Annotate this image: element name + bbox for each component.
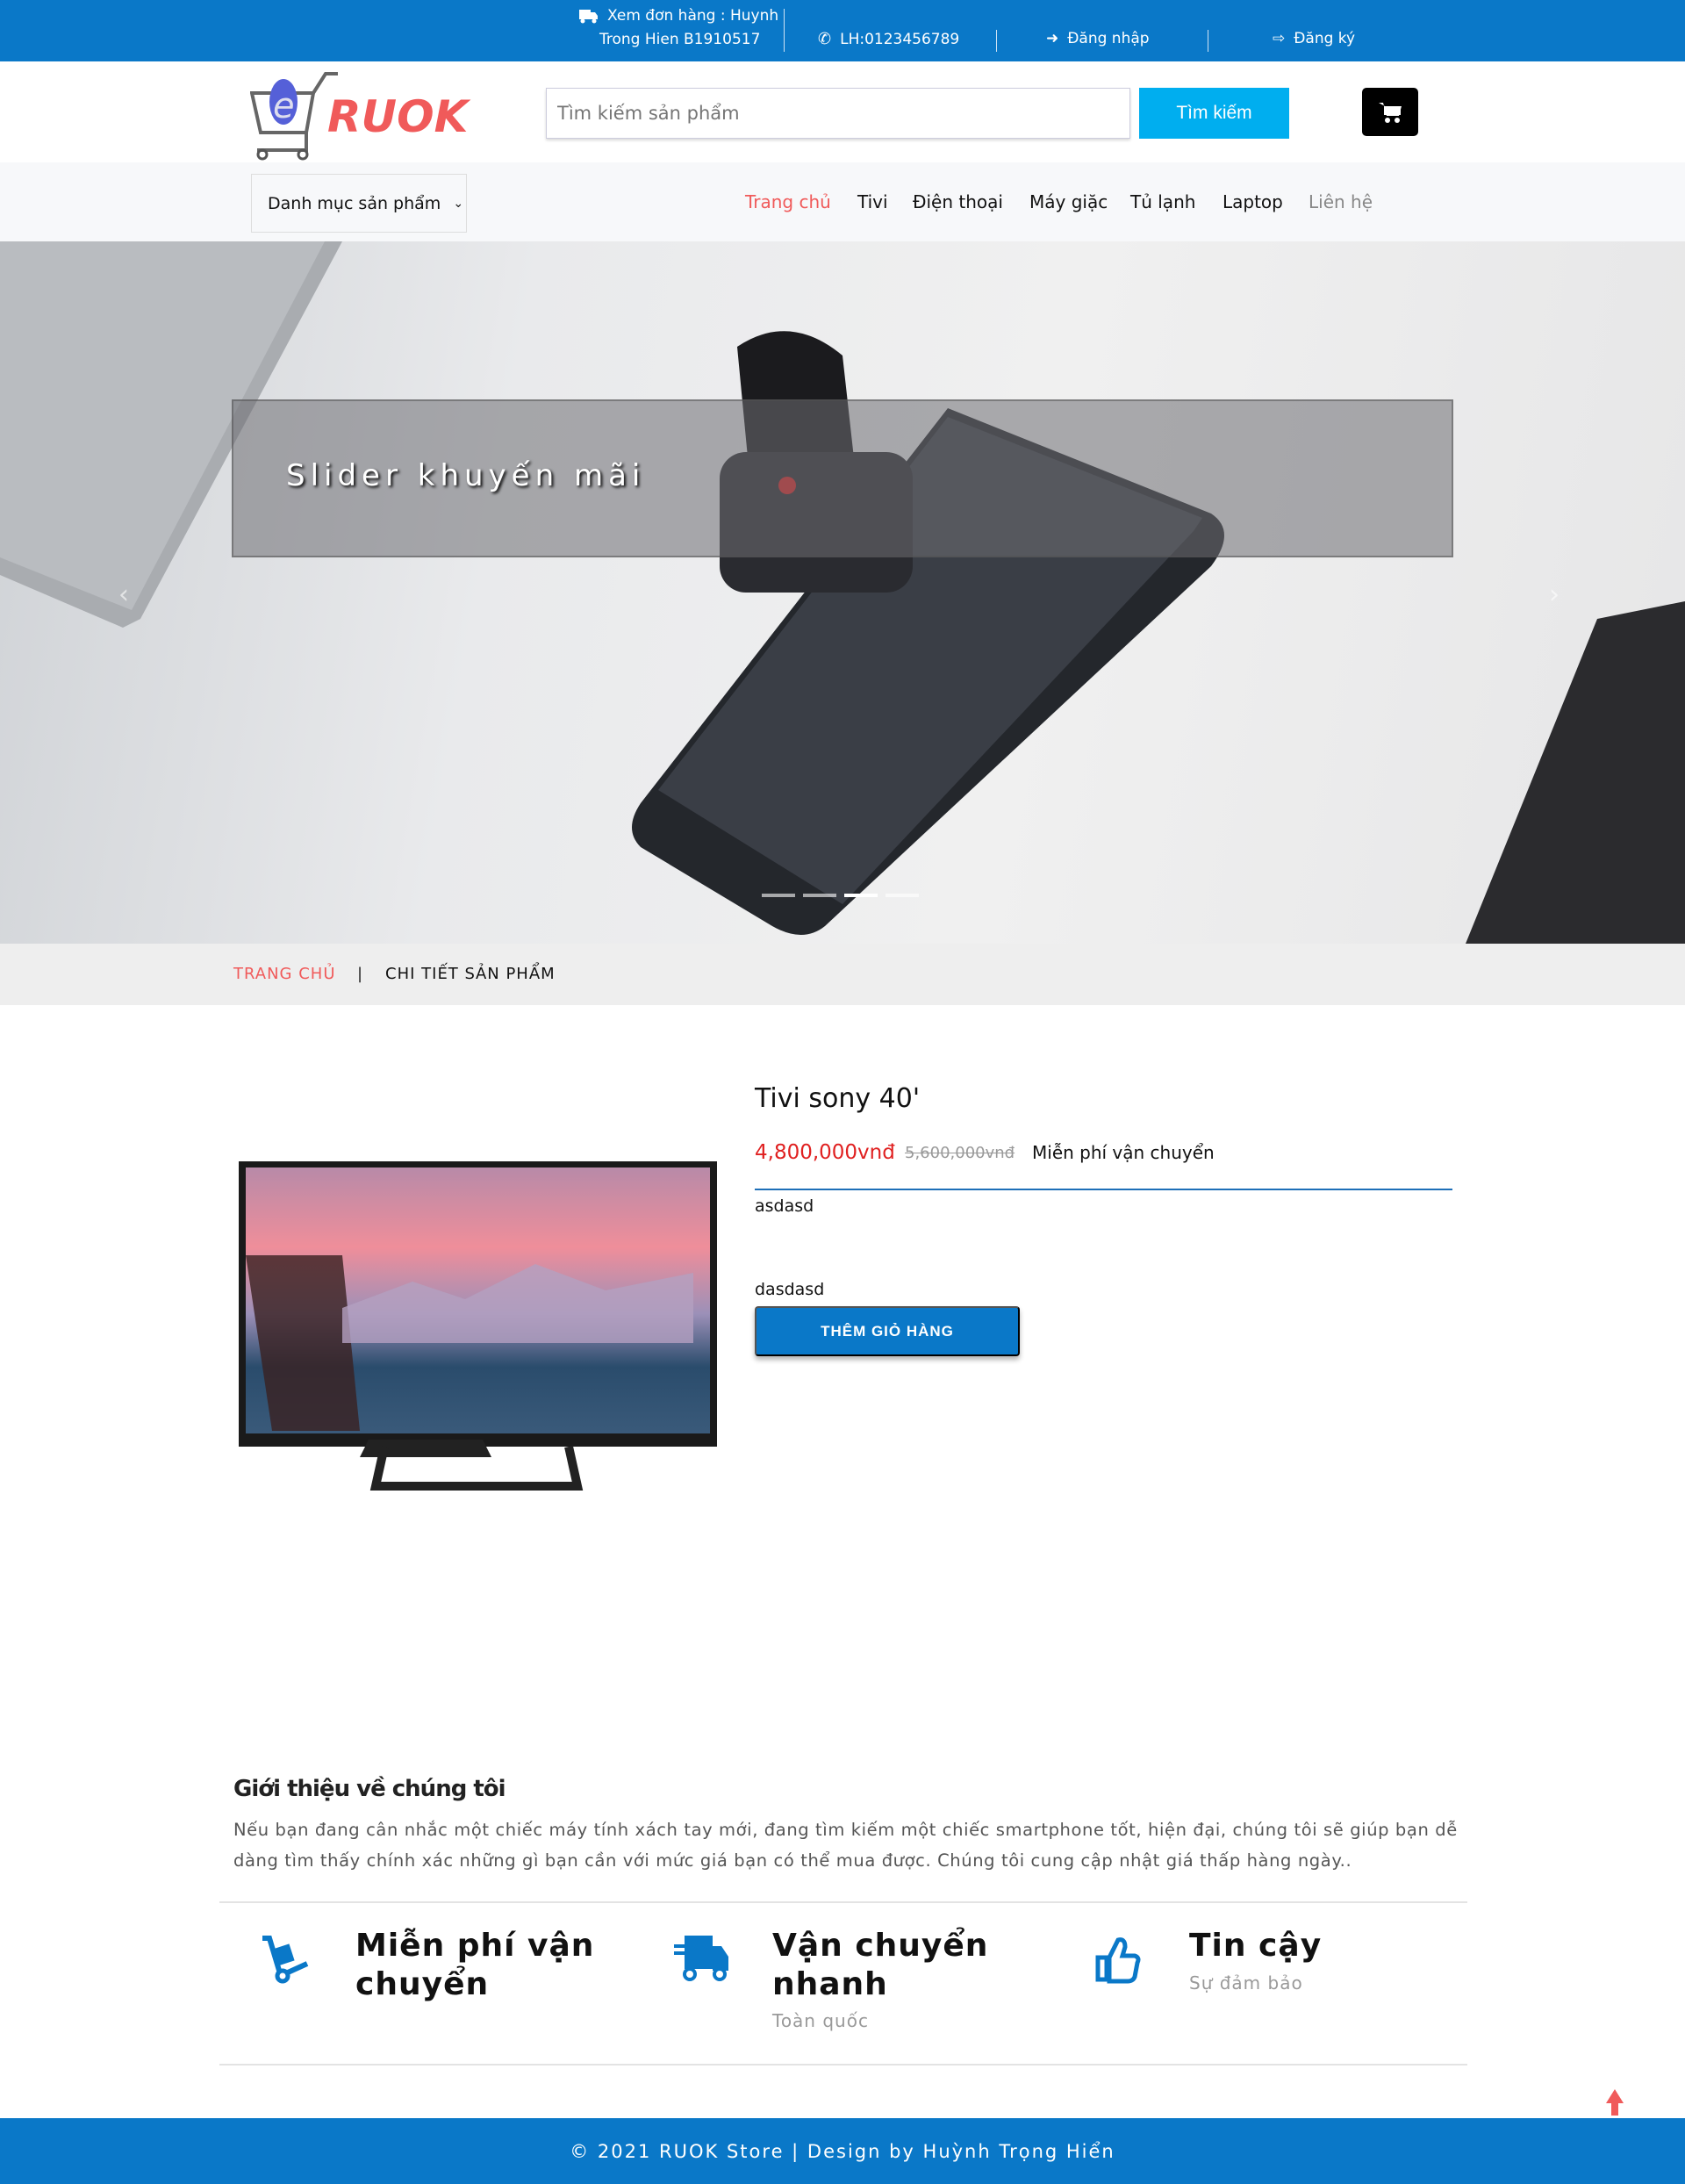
slider-indicator-active[interactable] (844, 894, 878, 897)
slider-indicator[interactable] (886, 894, 919, 897)
nav-link-washer[interactable]: Máy giặc (1029, 191, 1108, 212)
login-text: Đăng nhập (1067, 30, 1150, 47)
product-shipping-note: Miễn phí vận chuyển (1032, 1142, 1215, 1163)
product-old-price: 5,600,000vnđ (905, 1144, 1015, 1162)
product-title: Tivi sony 40' (755, 1083, 921, 1114)
arrow-up-icon (1606, 2089, 1624, 2116)
phone-icon: ✆ (818, 30, 832, 48)
slider-caption: Slider khuyến mãi (232, 399, 1453, 557)
divider (755, 1189, 1452, 1190)
divider (219, 1901, 1467, 1903)
order-label[interactable]: Xem đơn hàng : Huynh (607, 7, 778, 25)
logo[interactable]: e RUOK (250, 67, 468, 163)
breadcrumb-home[interactable]: TRANG CHỦ (233, 965, 336, 983)
phone-link[interactable]: ✆ LH:0123456789 (818, 30, 959, 48)
slider-next-icon[interactable]: › (1549, 579, 1560, 610)
feature-trust (1095, 1936, 1141, 1987)
chevron-down-icon: ⌄ (453, 196, 464, 211)
thumbs-up-icon (1095, 1937, 1141, 1984)
footer: © 2021 RUOK Store | Design by Huỳnh Trọn… (0, 2118, 1685, 2184)
category-select[interactable]: Danh mục sản phẩm ⌄ (251, 174, 467, 233)
slider-prev-icon[interactable]: ‹ (118, 579, 129, 610)
view-orders-link[interactable]: Xem đơn hàng : Huynh (579, 7, 778, 25)
logo-text: RUOK (327, 91, 469, 142)
product-image (239, 1161, 717, 1491)
feature-subtitle: Toàn quốc (772, 2010, 869, 2031)
nav-link-laptop[interactable]: Laptop (1223, 191, 1283, 212)
product-description-2: dasdasd (755, 1280, 825, 1299)
search-input[interactable] (546, 88, 1130, 139)
register-link[interactable]: ⇨ Đăng ký (1273, 30, 1355, 47)
breadcrumb-current: CHI TIẾT SẢN PHẨM (385, 965, 556, 983)
category-select-label: Danh mục sản phẩm (268, 193, 441, 213)
about-text: Nếu bạn đang cân nhắc một chiếc máy tính… (233, 1820, 1458, 1871)
slide-image (0, 241, 1685, 944)
order-label-2[interactable]: Trong Hien B1910517 (599, 31, 760, 48)
nav-link-home[interactable]: Trang chủ (745, 191, 831, 212)
nav-link-fridge[interactable]: Tủ lạnh (1130, 191, 1195, 212)
product-price: 4,800,000vnđ (755, 1141, 895, 1164)
sign-out-icon: ⇨ (1273, 30, 1286, 47)
feature-fast-shipping (674, 1936, 730, 1987)
about-title: Giới thiệu về chúng tôi (233, 1776, 506, 1802)
cart-button[interactable] (1362, 88, 1418, 136)
slider-indicators (762, 894, 919, 897)
sign-in-icon: ➜ (1046, 30, 1059, 47)
divider (219, 2064, 1467, 2065)
login-link[interactable]: ➜ Đăng nhập (1046, 30, 1150, 47)
product-description: asdasd (755, 1196, 814, 1216)
truck-icon (674, 1936, 728, 1981)
feature-free-shipping (259, 1936, 312, 1987)
nav-link-contact[interactable]: Liên hệ (1309, 191, 1373, 212)
promo-slider[interactable]: Slider khuyến mãi ‹ › (0, 241, 1685, 944)
slider-indicator[interactable] (803, 894, 836, 897)
hand-truck-icon (262, 1936, 309, 1984)
feature-title: Miễn phí vận chuyển (355, 1928, 595, 2002)
breadcrumb: TRANG CHỦ | CHI TIẾT SẢN PHẨM (0, 944, 1685, 1005)
feature-title: Tin cậy (1189, 1928, 1323, 1964)
shopping-cart-icon (1379, 102, 1402, 123)
breadcrumb-separator: | (357, 965, 364, 983)
truck-icon (579, 10, 598, 24)
svg-text:e: e (273, 86, 295, 126)
nav-link-phone[interactable]: Điện thoại (913, 191, 1003, 212)
add-to-cart-button[interactable]: THÊM GIỎ HÀNG (755, 1306, 1020, 1356)
nav-link-tivi[interactable]: Tivi (857, 191, 888, 212)
register-text: Đăng ký (1294, 30, 1356, 47)
search-button[interactable]: Tìm kiếm (1139, 88, 1289, 139)
slider-caption-text: Slider khuyến mãi (286, 458, 646, 493)
footer-text: © 2021 RUOK Store | Design by Huỳnh Trọn… (570, 2140, 1115, 2162)
feature-title: Vận chuyển nhanh (772, 1928, 989, 2002)
back-to-top-button[interactable] (1606, 2089, 1624, 2121)
top-bar: Xem đơn hàng : Huynh Trong Hien B1910517… (0, 0, 1685, 61)
phone-text: LH:0123456789 (840, 30, 960, 48)
feature-subtitle: Sự đảm bảo (1189, 1972, 1303, 1994)
slider-indicator[interactable] (762, 894, 795, 897)
